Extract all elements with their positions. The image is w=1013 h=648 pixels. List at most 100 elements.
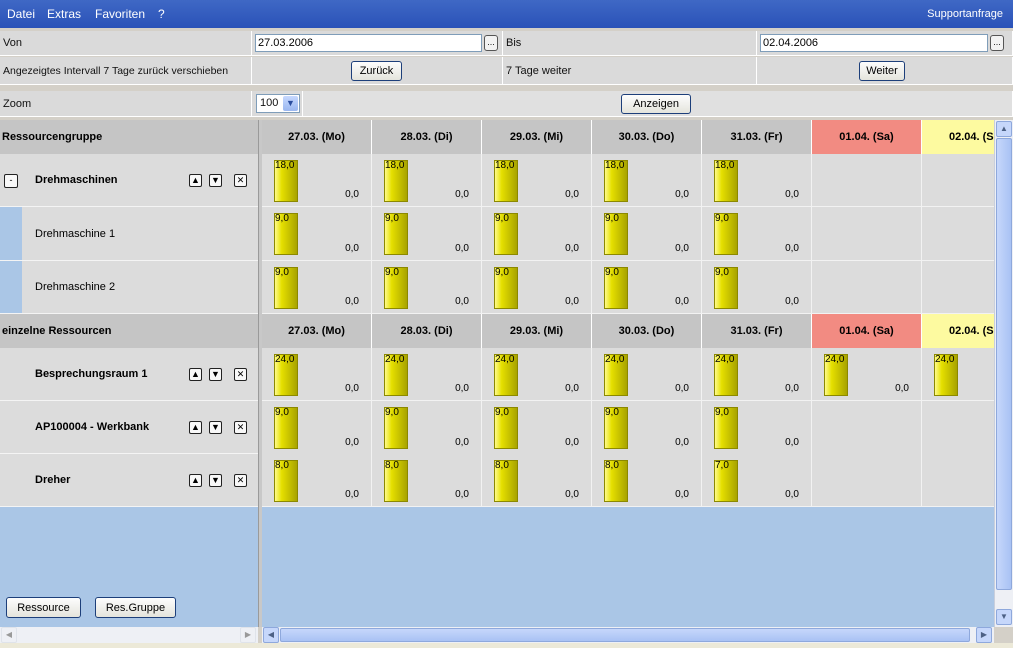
- capacity-cell[interactable]: 9,0 0,0: [372, 261, 482, 314]
- scroll-up-icon[interactable]: ▲: [996, 121, 1012, 137]
- capacity-cell[interactable]: 9,0 0,0: [702, 401, 812, 455]
- capacity-cell[interactable]: [922, 401, 994, 455]
- capacity-cell[interactable]: 24,0 0,0: [702, 348, 812, 401]
- move-up-icon[interactable]: ▲: [189, 421, 202, 434]
- resource-row-drehmaschine-2: Drehmaschine 2: [0, 261, 258, 314]
- capacity-cell[interactable]: 7,0 0,0: [702, 454, 812, 507]
- capacity-value: 18,0: [605, 160, 625, 171]
- von-date-input[interactable]: [255, 34, 482, 52]
- capacity-cell[interactable]: 24,0 0,0: [482, 348, 592, 401]
- capacity-cell[interactable]: 18,0 0,0: [592, 154, 702, 207]
- von-date-picker-button[interactable]: ...: [484, 35, 498, 51]
- capacity-cell[interactable]: 18,0 0,0: [702, 154, 812, 207]
- delete-icon[interactable]: ✕: [234, 474, 247, 487]
- forward-button[interactable]: Weiter: [859, 61, 905, 81]
- capacity-cell[interactable]: 9,0 0,0: [592, 261, 702, 314]
- capacity-cell[interactable]: 9,0 0,0: [482, 401, 592, 455]
- capacity-cell[interactable]: [922, 454, 994, 507]
- capacity-cell[interactable]: 24,0 0,0: [812, 348, 922, 401]
- used-value: 0,0: [675, 296, 689, 307]
- scroll-right-icon[interactable]: ▶: [240, 627, 256, 643]
- menu-datei[interactable]: Datei: [7, 7, 35, 21]
- scroll-left-icon[interactable]: ◀: [1, 627, 17, 643]
- add-resource-button[interactable]: Ressource: [6, 597, 81, 618]
- used-value: 0,0: [785, 437, 799, 448]
- capacity-cell[interactable]: 9,0 0,0: [702, 261, 812, 314]
- move-down-icon[interactable]: ▼: [209, 174, 222, 187]
- show-button[interactable]: Anzeigen: [621, 94, 691, 114]
- used-value: 0,0: [455, 296, 469, 307]
- move-up-icon[interactable]: ▲: [189, 174, 202, 187]
- move-down-icon[interactable]: ▼: [209, 368, 222, 381]
- left-horizontal-scrollbar[interactable]: ◀ ▶: [0, 627, 258, 643]
- capacity-cell[interactable]: 9,0 0,0: [262, 207, 372, 261]
- vertical-scrollbar[interactable]: ▲ ▼: [994, 120, 1013, 627]
- capacity-cell[interactable]: [812, 261, 922, 314]
- capacity-cell[interactable]: 9,0 0,0: [262, 261, 372, 314]
- resource-name: Drehmaschine 2: [35, 281, 116, 293]
- bis-date-picker-button[interactable]: ...: [990, 35, 1004, 51]
- capacity-cell[interactable]: [812, 154, 922, 207]
- resource-name: Besprechungsraum 1: [35, 368, 148, 380]
- capacity-cell[interactable]: [922, 154, 994, 207]
- scroll-down-icon[interactable]: ▼: [996, 609, 1012, 625]
- back-button[interactable]: Zurück: [351, 61, 402, 81]
- bis-date-input[interactable]: [760, 34, 988, 52]
- capacity-cell[interactable]: 8,0 0,0: [372, 454, 482, 507]
- capacity-cell[interactable]: 8,0 0,0: [482, 454, 592, 507]
- add-resource-group-button[interactable]: Res.Gruppe: [95, 597, 176, 618]
- capacity-value: 9,0: [275, 267, 289, 278]
- capacity-cell[interactable]: 8,0 0,0: [592, 454, 702, 507]
- delete-icon[interactable]: ✕: [234, 368, 247, 381]
- capacity-cell[interactable]: 18,0 0,0: [482, 154, 592, 207]
- capacity-cell[interactable]: 18,0 0,0: [372, 154, 482, 207]
- capacity-cell[interactable]: 9,0 0,0: [592, 401, 702, 455]
- capacity-value: 18,0: [495, 160, 515, 171]
- support-request-link[interactable]: Supportanfrage: [927, 8, 1003, 20]
- capacity-cell[interactable]: 9,0 0,0: [262, 401, 372, 455]
- back-label: Angezeigtes Intervall 7 Tage zurück vers…: [0, 57, 252, 85]
- delete-icon[interactable]: ✕: [234, 421, 247, 434]
- capacity-cell[interactable]: 24,0 0,0: [372, 348, 482, 401]
- vertical-scroll-thumb[interactable]: [996, 138, 1012, 590]
- move-up-icon[interactable]: ▲: [189, 474, 202, 487]
- menu-favoriten[interactable]: Favoriten: [95, 7, 145, 21]
- capacity-cell[interactable]: 24,0 0,0: [262, 348, 372, 401]
- grid-horizontal-scrollbar[interactable]: ◀ ▶: [262, 627, 994, 643]
- capacity-cell[interactable]: 9,0 0,0: [482, 261, 592, 314]
- capacity-cell[interactable]: 9,0 0,0: [372, 401, 482, 455]
- capacity-cell[interactable]: 9,0 0,0: [482, 207, 592, 261]
- collapse-button[interactable]: -: [4, 174, 18, 188]
- capacity-cell[interactable]: 9,0 0,0: [702, 207, 812, 261]
- capacity-cell[interactable]: 8,0 0,0: [262, 454, 372, 507]
- forward-label: 7 Tage weiter: [503, 57, 757, 85]
- horizontal-scroll-thumb[interactable]: [280, 628, 970, 642]
- used-value: 0,0: [455, 383, 469, 394]
- menu-extras[interactable]: Extras: [47, 7, 81, 21]
- capacity-cell[interactable]: [812, 401, 922, 455]
- day-header: 27.03. (Mo): [262, 314, 372, 348]
- capacity-cell[interactable]: 9,0 0,0: [592, 207, 702, 261]
- move-down-icon[interactable]: ▼: [209, 474, 222, 487]
- used-value: 0,0: [455, 489, 469, 500]
- capacity-cell[interactable]: 24,0: [922, 348, 994, 401]
- used-value: 0,0: [895, 383, 909, 394]
- capacity-cell[interactable]: 18,0 0,0: [262, 154, 372, 207]
- move-down-icon[interactable]: ▼: [209, 421, 222, 434]
- capacity-cell[interactable]: [812, 454, 922, 507]
- capacity-cell[interactable]: 9,0 0,0: [372, 207, 482, 261]
- zoom-select[interactable]: 100 ▼: [256, 94, 300, 113]
- capacity-cell[interactable]: [812, 207, 922, 261]
- scroll-right-icon[interactable]: ▶: [976, 627, 992, 643]
- day-header: 29.03. (Mi): [482, 314, 592, 348]
- capacity-cell[interactable]: [922, 261, 994, 314]
- capacity-value: 9,0: [715, 407, 729, 418]
- capacity-cell[interactable]: 24,0 0,0: [592, 348, 702, 401]
- capacity-value: 9,0: [605, 213, 619, 224]
- capacity-cell[interactable]: [922, 207, 994, 261]
- scroll-left-icon[interactable]: ◀: [263, 627, 279, 643]
- delete-icon[interactable]: ✕: [234, 174, 247, 187]
- menu-help[interactable]: ?: [158, 7, 165, 21]
- move-up-icon[interactable]: ▲: [189, 368, 202, 381]
- used-value: 0,0: [565, 243, 579, 254]
